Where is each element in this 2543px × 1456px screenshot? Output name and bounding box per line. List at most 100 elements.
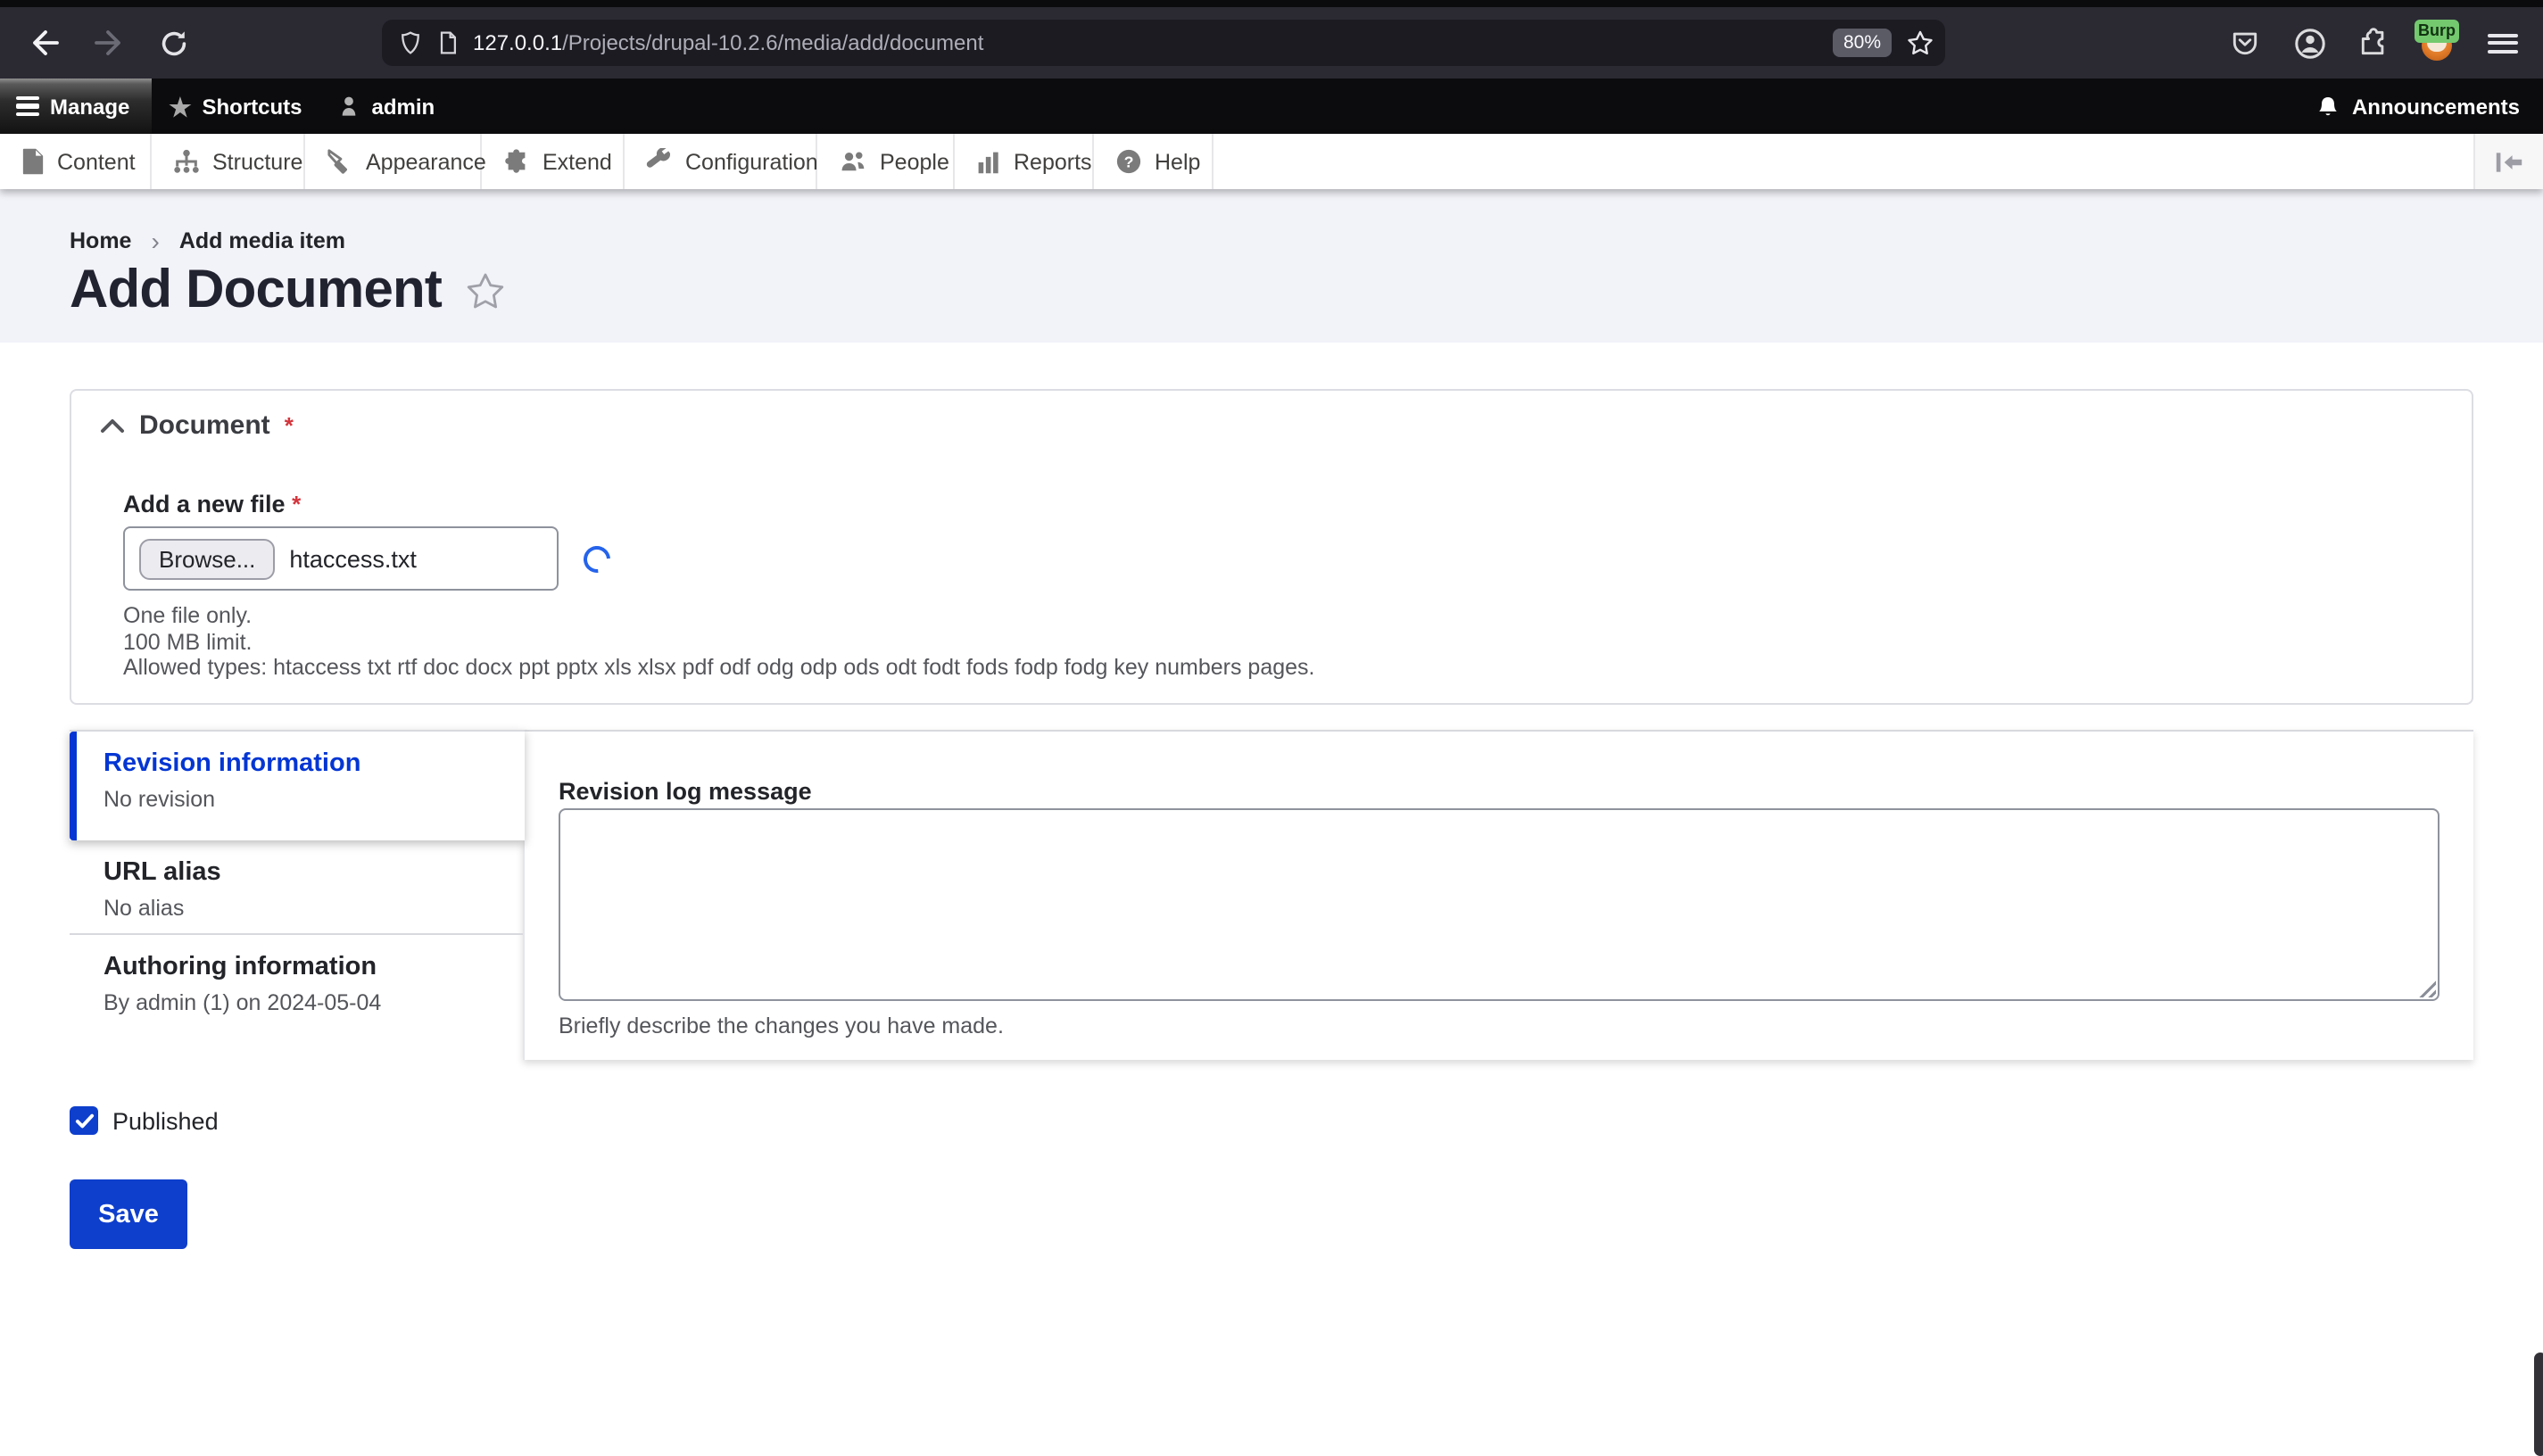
menu-item-extend[interactable]: Extend	[482, 134, 625, 189]
shield-icon	[402, 31, 419, 54]
breadcrumb-current: Add media item	[178, 228, 345, 253]
bookmark-star-icon[interactable]	[1906, 29, 1934, 57]
bell-icon	[2319, 95, 2337, 115]
url-domain: 127.0.0.1	[473, 30, 563, 55]
shortcuts-tab[interactable]: ★ Shortcuts	[151, 79, 319, 134]
zoom-level-badge[interactable]: 80%	[1832, 29, 1892, 57]
help-line: Allowed types: htaccess txt rtf doc docx…	[123, 655, 1315, 680]
tab-summary: By admin (1) on 2024-05-04	[104, 990, 382, 1015]
extension-badge: Burp	[2415, 20, 2459, 43]
wrench-icon	[646, 148, 670, 168]
breadcrumb-home-link[interactable]: Home	[70, 228, 131, 253]
brush-icon	[327, 149, 347, 174]
page-info-icon[interactable]	[435, 30, 460, 55]
admin-user-label: admin	[371, 94, 435, 119]
tab-title: URL alias	[104, 858, 221, 887]
forward-button[interactable]	[91, 25, 127, 61]
fieldset-legend[interactable]: Document	[139, 410, 270, 441]
url-path: /Projects/drupal-10.2.6/media/add/docume…	[562, 30, 984, 55]
document-fieldset: Document * Add a new file * Browse... ht…	[70, 389, 2473, 705]
vertical-tabs: Revision log message Briefly describe th…	[70, 730, 2473, 1067]
main-content: Document * Add a new file * Browse... ht…	[0, 343, 2543, 1456]
pocket-icon[interactable]	[2227, 25, 2263, 61]
file-icon	[22, 148, 44, 175]
back-button[interactable]	[27, 25, 62, 61]
menu-item-label: Structure	[212, 149, 303, 174]
url-text: 127.0.0.1/Projects/drupal-10.2.6/media/a…	[473, 30, 1833, 55]
tab-authoring-information[interactable]: Authoring information By admin (1) on 20…	[70, 935, 523, 1046]
ajax-progress-spinner-icon	[577, 539, 617, 578]
menu-item-label: Configuration	[685, 149, 818, 174]
breadcrumb: Home › Add media item	[70, 228, 345, 253]
browser-menu-button[interactable]	[2484, 25, 2520, 61]
drupal-admin-toolbar: Manage ★ Shortcuts admin Announcements	[0, 79, 2543, 134]
page-scrollbar-thumb[interactable]	[2534, 1353, 2543, 1456]
menu-item-structure[interactable]: Structure	[152, 134, 305, 189]
sitemap-icon	[174, 149, 199, 173]
extension-burp-icon[interactable]: Burp	[2415, 20, 2459, 61]
announcements-tab[interactable]: Announcements	[2316, 79, 2520, 134]
active-tab-indicator	[70, 732, 77, 840]
shortcuts-label: Shortcuts	[202, 94, 302, 119]
menu-item-help[interactable]: ? Help	[1094, 134, 1214, 189]
menu-item-appearance[interactable]: Appearance	[305, 134, 486, 189]
manage-hamburger-icon	[16, 93, 39, 120]
revision-log-textarea[interactable]	[559, 808, 2439, 1001]
collapse-chevron-icon[interactable]	[100, 418, 125, 434]
manage-label: Manage	[50, 94, 130, 119]
save-button[interactable]: Save	[70, 1179, 187, 1249]
admin-user-tab[interactable]: admin	[320, 79, 453, 134]
file-upload-input[interactable]: Browse... htaccess.txt	[123, 526, 559, 591]
collapse-left-icon	[2496, 152, 2522, 171]
favorite-star-icon[interactable]	[463, 269, 506, 312]
menu-item-label: Content	[57, 149, 136, 174]
menu-item-configuration[interactable]: Configuration	[625, 134, 818, 189]
page-title: Add Document	[70, 261, 443, 319]
menu-item-label: Help	[1155, 149, 1201, 174]
extensions-icon[interactable]	[2356, 25, 2391, 61]
help-line: One file only.	[123, 603, 253, 628]
reload-button[interactable]	[155, 25, 191, 61]
tab-summary: No alias	[104, 896, 185, 921]
tab-title: Revision information	[104, 749, 361, 778]
file-field-label: Add a new file	[123, 491, 286, 517]
required-mark: *	[284, 412, 294, 439]
announcements-label: Announcements	[2351, 94, 2520, 119]
check-icon	[74, 1113, 94, 1128]
star-icon: ★	[169, 92, 192, 120]
menu-item-label: Reports	[1014, 149, 1092, 174]
manage-tab[interactable]: Manage	[0, 79, 152, 134]
revision-log-description: Briefly describe the changes you have ma…	[559, 1013, 1004, 1038]
required-mark: *	[292, 491, 302, 517]
breadcrumb-separator-icon: ›	[151, 227, 160, 255]
url-bar[interactable]: 127.0.0.1/Projects/drupal-10.2.6/media/a…	[382, 20, 1945, 66]
tab-url-alias[interactable]: URL alias No alias	[70, 840, 523, 935]
tab-title: Authoring information	[104, 953, 377, 981]
published-label[interactable]: Published	[112, 1107, 219, 1134]
toolbar-orientation-toggle[interactable]	[2473, 134, 2543, 189]
revision-information-pane: Revision log message Briefly describe th…	[523, 730, 2473, 1060]
revision-log-label: Revision log message	[559, 778, 812, 805]
puzzle-icon	[505, 149, 526, 173]
selected-file-name: htaccess.txt	[289, 545, 417, 572]
menu-item-content[interactable]: Content	[0, 134, 152, 189]
question-icon: ?	[1116, 149, 1141, 174]
page-header: Home › Add media item Add Document	[0, 189, 2543, 343]
svg-text:?: ?	[1124, 153, 1134, 170]
menu-item-people[interactable]: People	[817, 134, 955, 189]
browser-toolbar: 127.0.0.1/Projects/drupal-10.2.6/media/a…	[0, 7, 2543, 79]
drupal-admin-menu: Content Structure Appearance Extend Conf…	[0, 134, 2543, 189]
browser-tab-strip	[0, 0, 2543, 7]
account-icon[interactable]	[2291, 25, 2327, 61]
tab-summary: No revision	[104, 787, 216, 812]
menu-item-reports[interactable]: Reports	[955, 134, 1094, 189]
browse-button[interactable]: Browse...	[139, 538, 276, 579]
users-icon	[841, 152, 865, 171]
user-icon	[343, 96, 356, 116]
file-field-description: One file only. 100 MB limit. Allowed typ…	[123, 603, 1315, 681]
help-line: 100 MB limit.	[123, 629, 253, 654]
tab-revision-information[interactable]: Revision information No revision	[70, 730, 525, 840]
bar-chart-icon	[978, 151, 998, 173]
published-checkbox[interactable]	[70, 1106, 98, 1135]
menu-item-label: Appearance	[366, 149, 486, 174]
